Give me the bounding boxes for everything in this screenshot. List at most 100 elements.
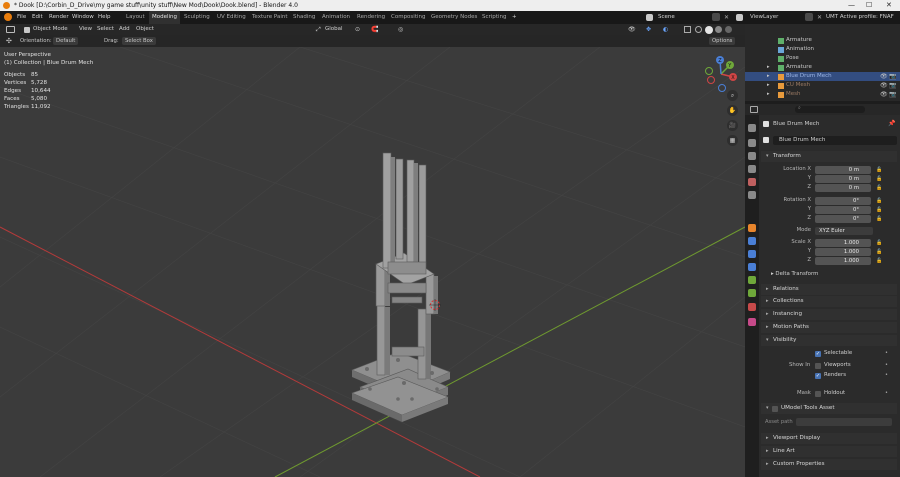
options-dropdown[interactable]: Options <box>709 37 736 45</box>
outliner-row[interactable]: ▸ Armature <box>745 63 900 72</box>
custom-properties-panel-header[interactable]: ▸ Custom Properties <box>761 459 897 470</box>
render-camera-icon[interactable]: 📷 <box>889 81 896 90</box>
tab-uv-editing[interactable]: UV Editing <box>217 11 246 24</box>
data-tab-icon[interactable] <box>748 289 756 297</box>
visibility-eye-icon[interactable]: 👁 <box>880 90 888 99</box>
outliner-row[interactable]: Pose <box>745 54 900 63</box>
orientation-dropdown[interactable]: Default <box>53 37 79 45</box>
umodel-enable-checkbox[interactable] <box>772 405 778 412</box>
gizmo-toggle-icon[interactable]: ✥ <box>646 24 651 35</box>
view-layer-field[interactable]: ViewLayer <box>750 11 778 24</box>
umodel-tools-panel-header[interactable]: ▾ UModel Tools Asset <box>761 403 897 414</box>
minimize-button[interactable]: — <box>848 0 855 11</box>
tab-modeling[interactable]: Modeling <box>149 11 181 24</box>
menu-object[interactable]: Object <box>136 24 154 35</box>
menu-help[interactable]: Help <box>98 11 111 24</box>
menu-edit[interactable]: Edit <box>32 11 43 24</box>
particles-tab-icon[interactable] <box>748 250 756 258</box>
view-layer-tab-icon[interactable] <box>748 165 756 173</box>
menu-select[interactable]: Select <box>97 24 114 35</box>
constraints-tab-icon[interactable] <box>748 276 756 284</box>
output-tab-icon[interactable] <box>748 152 756 160</box>
tab-scripting[interactable]: Scripting <box>482 11 506 24</box>
tab-texture-paint[interactable]: Texture Paint <box>252 11 288 24</box>
lock-icon[interactable]: 🔓 <box>876 258 882 264</box>
gizmo-neg-y-axis[interactable] <box>705 67 713 75</box>
pin-icon[interactable]: 📌 <box>888 120 895 127</box>
lock-icon[interactable]: 🔓 <box>876 185 882 191</box>
object-tab-icon[interactable] <box>748 224 756 232</box>
navigation-gizmo[interactable]: X Y Z <box>700 52 742 96</box>
menu-file[interactable]: File <box>17 11 26 24</box>
lock-icon[interactable]: 🔓 <box>876 216 882 222</box>
lock-icon[interactable]: 🔓 <box>876 167 882 173</box>
renders-checkbox[interactable]: ✓ <box>815 373 821 379</box>
scene-field[interactable]: Scene <box>658 11 675 24</box>
expand-arrow-icon[interactable]: ▸ <box>767 72 770 81</box>
properties-search-input[interactable] <box>795 106 865 113</box>
visibility-eye-icon[interactable]: 👁 <box>880 81 888 90</box>
delta-transform-subpanel[interactable]: ▸ Delta Transform <box>771 271 818 277</box>
scale-y-field[interactable]: 1.000 <box>815 248 871 256</box>
close-button[interactable]: ✕ <box>886 0 892 11</box>
location-z-field[interactable]: 0 m <box>815 184 871 192</box>
visibility-eye-icon[interactable]: 👁 <box>880 72 888 81</box>
new-view-layer-button[interactable] <box>805 13 813 21</box>
overlay-toggle-icon[interactable]: ◐ <box>663 24 668 35</box>
mode-dropdown[interactable]: Object Mode <box>33 24 68 35</box>
menu-view[interactable]: View <box>79 24 92 35</box>
gizmo-neg-z-axis[interactable] <box>718 84 726 92</box>
rotation-mode-dropdown[interactable]: XYZ Euler <box>815 227 873 235</box>
rotation-x-field[interactable]: 0° <box>815 197 871 205</box>
remove-view-layer-icon[interactable]: ✕ <box>817 11 822 24</box>
relations-panel-header[interactable]: ▸ Relations <box>761 284 897 295</box>
object-name-field[interactable]: Blue Drum Mech <box>773 136 897 145</box>
keyframe-dot-icon[interactable]: • <box>885 390 888 396</box>
render-tab-icon[interactable] <box>748 139 756 147</box>
lock-icon[interactable]: 🔓 <box>876 176 882 182</box>
editor-type-icon[interactable] <box>750 106 758 113</box>
snap-icon[interactable]: 🧲 <box>371 24 378 35</box>
viewports-checkbox[interactable] <box>815 363 821 369</box>
add-workspace-button[interactable]: + <box>512 11 517 24</box>
motion-paths-panel-header[interactable]: ▸ Motion Paths <box>761 322 897 333</box>
visibility-filter-icon[interactable]: 👁 <box>628 24 636 35</box>
material-tab-icon[interactable] <box>748 303 756 311</box>
drag-dropdown[interactable]: Select Box <box>122 37 156 45</box>
render-camera-icon[interactable]: 📷 <box>889 90 896 99</box>
world-tab-icon[interactable] <box>748 191 756 199</box>
remove-scene-icon[interactable]: ✕ <box>724 11 729 24</box>
keyframe-dot-icon[interactable]: • <box>885 350 888 356</box>
rotation-z-field[interactable]: 0° <box>815 215 871 223</box>
material-shading-icon[interactable] <box>715 26 722 33</box>
tab-shading[interactable]: Shading <box>293 11 315 24</box>
keyframe-dot-icon[interactable]: • <box>885 372 888 378</box>
solid-shading-icon[interactable] <box>705 25 713 34</box>
proportional-edit-icon[interactable]: ◎ <box>398 24 403 35</box>
wireframe-shading-icon[interactable] <box>695 26 702 33</box>
expand-arrow-icon[interactable]: ▸ <box>767 90 770 99</box>
physics-tab-icon[interactable] <box>748 263 756 271</box>
lock-icon[interactable]: 🔓 <box>876 207 882 213</box>
texture-tab-icon[interactable] <box>748 318 756 326</box>
viewport-display-panel-header[interactable]: ▸ Viewport Display <box>761 433 897 444</box>
tab-compositing[interactable]: Compositing <box>391 11 425 24</box>
menu-window[interactable]: Window <box>72 11 94 24</box>
transform-orientation-dropdown[interactable]: Global <box>325 24 343 35</box>
tab-sculpting[interactable]: Sculpting <box>184 11 210 24</box>
maximize-button[interactable]: ☐ <box>866 0 872 11</box>
pivot-icon[interactable]: ⊙ <box>355 24 360 35</box>
outliner-row[interactable]: ▸ CU Mesh 👁 📷 <box>745 81 900 90</box>
outliner-row-selected[interactable]: ▸ Blue Drum Mech 👁 📷 <box>745 72 900 81</box>
render-camera-icon[interactable]: 📷 <box>889 72 896 81</box>
lock-icon[interactable]: 🔓 <box>876 198 882 204</box>
gizmo-neg-x-axis[interactable] <box>707 76 715 84</box>
collections-panel-header[interactable]: ▸ Collections <box>761 296 897 307</box>
modifier-tab-icon[interactable] <box>748 237 756 245</box>
ortho-toggle-icon[interactable]: ▦ <box>727 135 738 146</box>
blender-menu-icon[interactable] <box>4 13 12 21</box>
blue-drum-mech-model[interactable] <box>351 152 451 422</box>
outliner-row[interactable]: Animation <box>745 45 900 54</box>
holdout-checkbox[interactable] <box>815 391 821 397</box>
expand-arrow-icon[interactable]: ▸ <box>767 81 770 90</box>
